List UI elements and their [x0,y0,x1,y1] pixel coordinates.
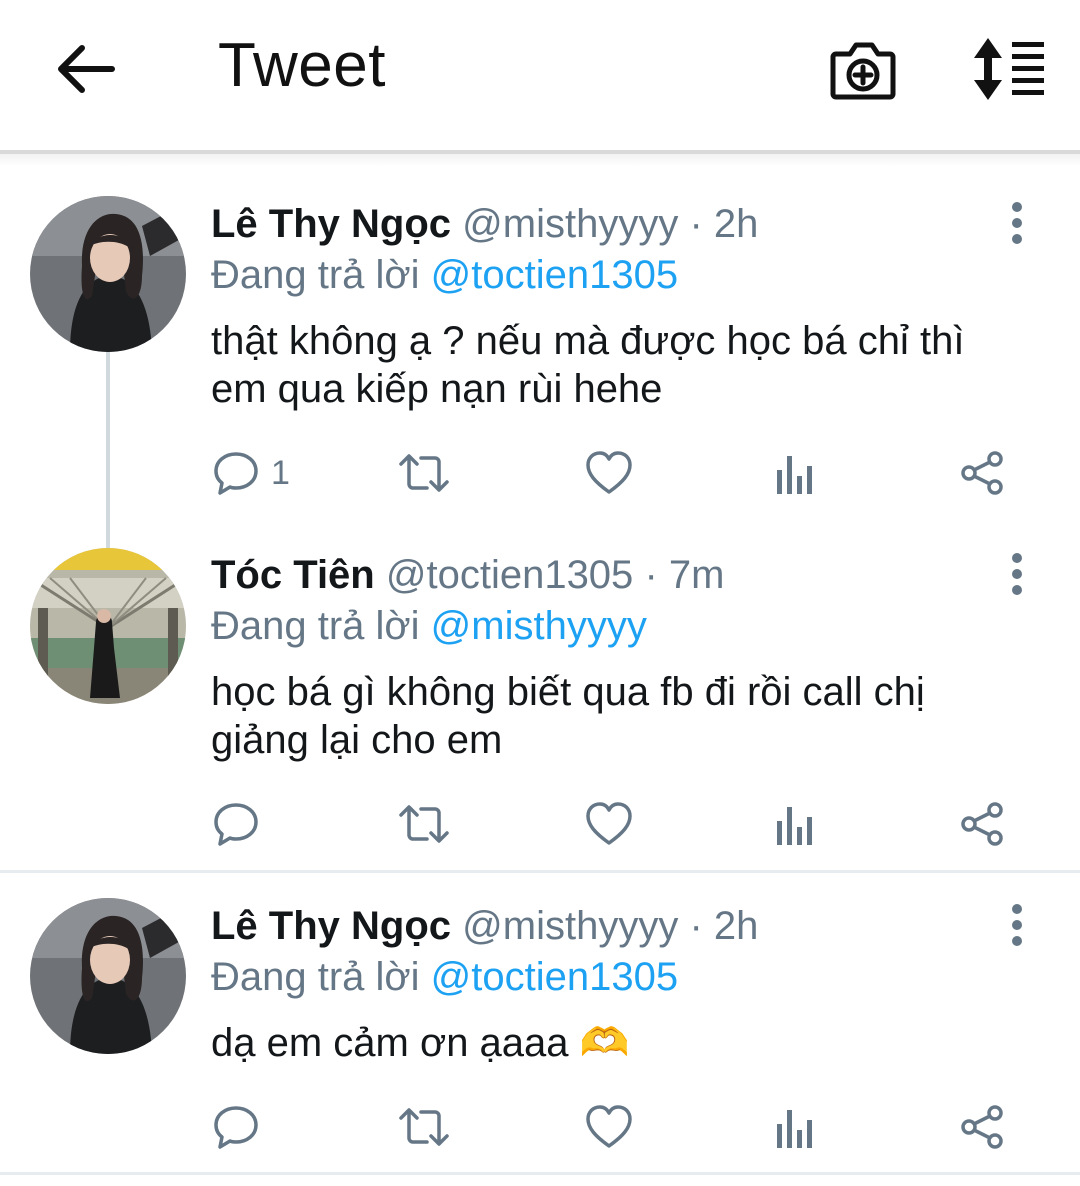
tweet-header: Lê Thy Ngọc @misthyyyy · 2h [211,902,758,950]
back-button[interactable] [52,36,118,102]
like-button[interactable] [585,448,633,498]
camera-icon [830,42,896,100]
heart-icon [586,802,632,845]
top-bar: Tweet [0,0,1080,166]
reply-button[interactable]: 1 [213,448,290,498]
reply-context: Đang trả lời @misthyyyy [211,602,647,650]
thread-connector [106,352,110,548]
reply-count: 1 [271,453,290,492]
reply-button[interactable] [213,1102,271,1152]
heart-icon [586,451,632,494]
share-button[interactable] [959,448,1005,498]
vertical-dots-icon [1012,202,1022,244]
retweet-icon [399,1108,449,1146]
reply-prefix: Đang trả lời [211,604,420,648]
tweet-header: Lê Thy Ngọc @misthyyyy · 2h [211,200,758,248]
reply-icon [214,803,258,846]
tweet-text: thật không ạ ? nếu mà được học bá chỉ th… [211,319,965,411]
more-options-button[interactable] [1000,198,1034,248]
retweet-button[interactable] [397,799,451,849]
author-name[interactable]: Lê Thy Ngọc [211,202,451,246]
share-button[interactable] [959,1102,1005,1152]
tweet-text: dạ em cảm ơn ạaaa 🫶 [211,1021,630,1065]
analytics-button[interactable] [775,1102,815,1152]
tweet-time: 2h [713,202,759,246]
like-button[interactable] [585,799,633,849]
tweet-actions [211,799,1031,849]
retweet-button[interactable] [397,1102,451,1152]
reply-handle-link[interactable]: @misthyyyy [431,604,647,648]
reply-context: Đang trả lời @toctien1305 [211,953,678,1001]
tweet-separator [0,1172,1080,1175]
avatar[interactable] [30,548,186,704]
tweet-separator [0,870,1080,873]
author-handle[interactable]: @misthyyyy [462,904,678,948]
reply-handle-link[interactable]: @toctien1305 [431,253,678,297]
vertical-dots-icon [1012,553,1022,595]
tweet-text: học bá gì không biết qua fb đi rồi call … [211,670,925,762]
author-handle[interactable]: @misthyyyy [462,202,678,246]
reply-prefix: Đang trả lời [211,955,420,999]
analytics-icon [777,1110,812,1148]
sort-icon [974,38,1044,100]
more-options-button[interactable] [1000,900,1034,950]
tweet-time: 2h [713,904,759,948]
share-icon [961,802,1003,846]
retweet-icon [399,805,449,843]
vertical-dots-icon [1012,904,1022,946]
reply-handle-link[interactable]: @toctien1305 [431,955,678,999]
separator-dot: · [644,553,658,597]
header-shadow [0,154,1080,166]
sort-button[interactable] [968,36,1050,102]
tweet-actions [211,1102,1031,1152]
share-icon [961,451,1003,495]
author-name[interactable]: Lê Thy Ngọc [211,904,451,948]
more-options-button[interactable] [1000,549,1034,599]
analytics-button[interactable] [775,799,815,849]
heart-icon [586,1105,632,1148]
author-name[interactable]: Tóc Tiên [211,553,375,597]
reply-icon [214,452,258,495]
analytics-icon [777,456,812,494]
back-arrow-icon [58,45,115,93]
tweet-actions: 1 [211,448,1031,498]
like-button[interactable] [585,1102,633,1152]
share-icon [961,1105,1003,1149]
avatar[interactable] [30,898,186,1054]
reply-icon [214,1106,258,1149]
tweet-time: 7m [668,553,725,597]
reply-prefix: Đang trả lời [211,253,420,297]
tweet-header: Tóc Tiên @toctien1305 · 7m [211,551,724,599]
retweet-button[interactable] [397,448,451,498]
separator-dot: · [689,904,703,948]
analytics-icon [777,807,812,845]
camera-button[interactable] [828,34,898,104]
page-title: Tweet [218,31,386,100]
separator-dot: · [689,202,703,246]
analytics-button[interactable] [775,448,815,498]
retweet-icon [399,454,449,492]
avatar[interactable] [30,196,186,352]
author-handle[interactable]: @toctien1305 [386,553,633,597]
reply-button[interactable] [213,799,271,849]
reply-context: Đang trả lời @toctien1305 [211,251,678,299]
share-button[interactable] [959,799,1005,849]
